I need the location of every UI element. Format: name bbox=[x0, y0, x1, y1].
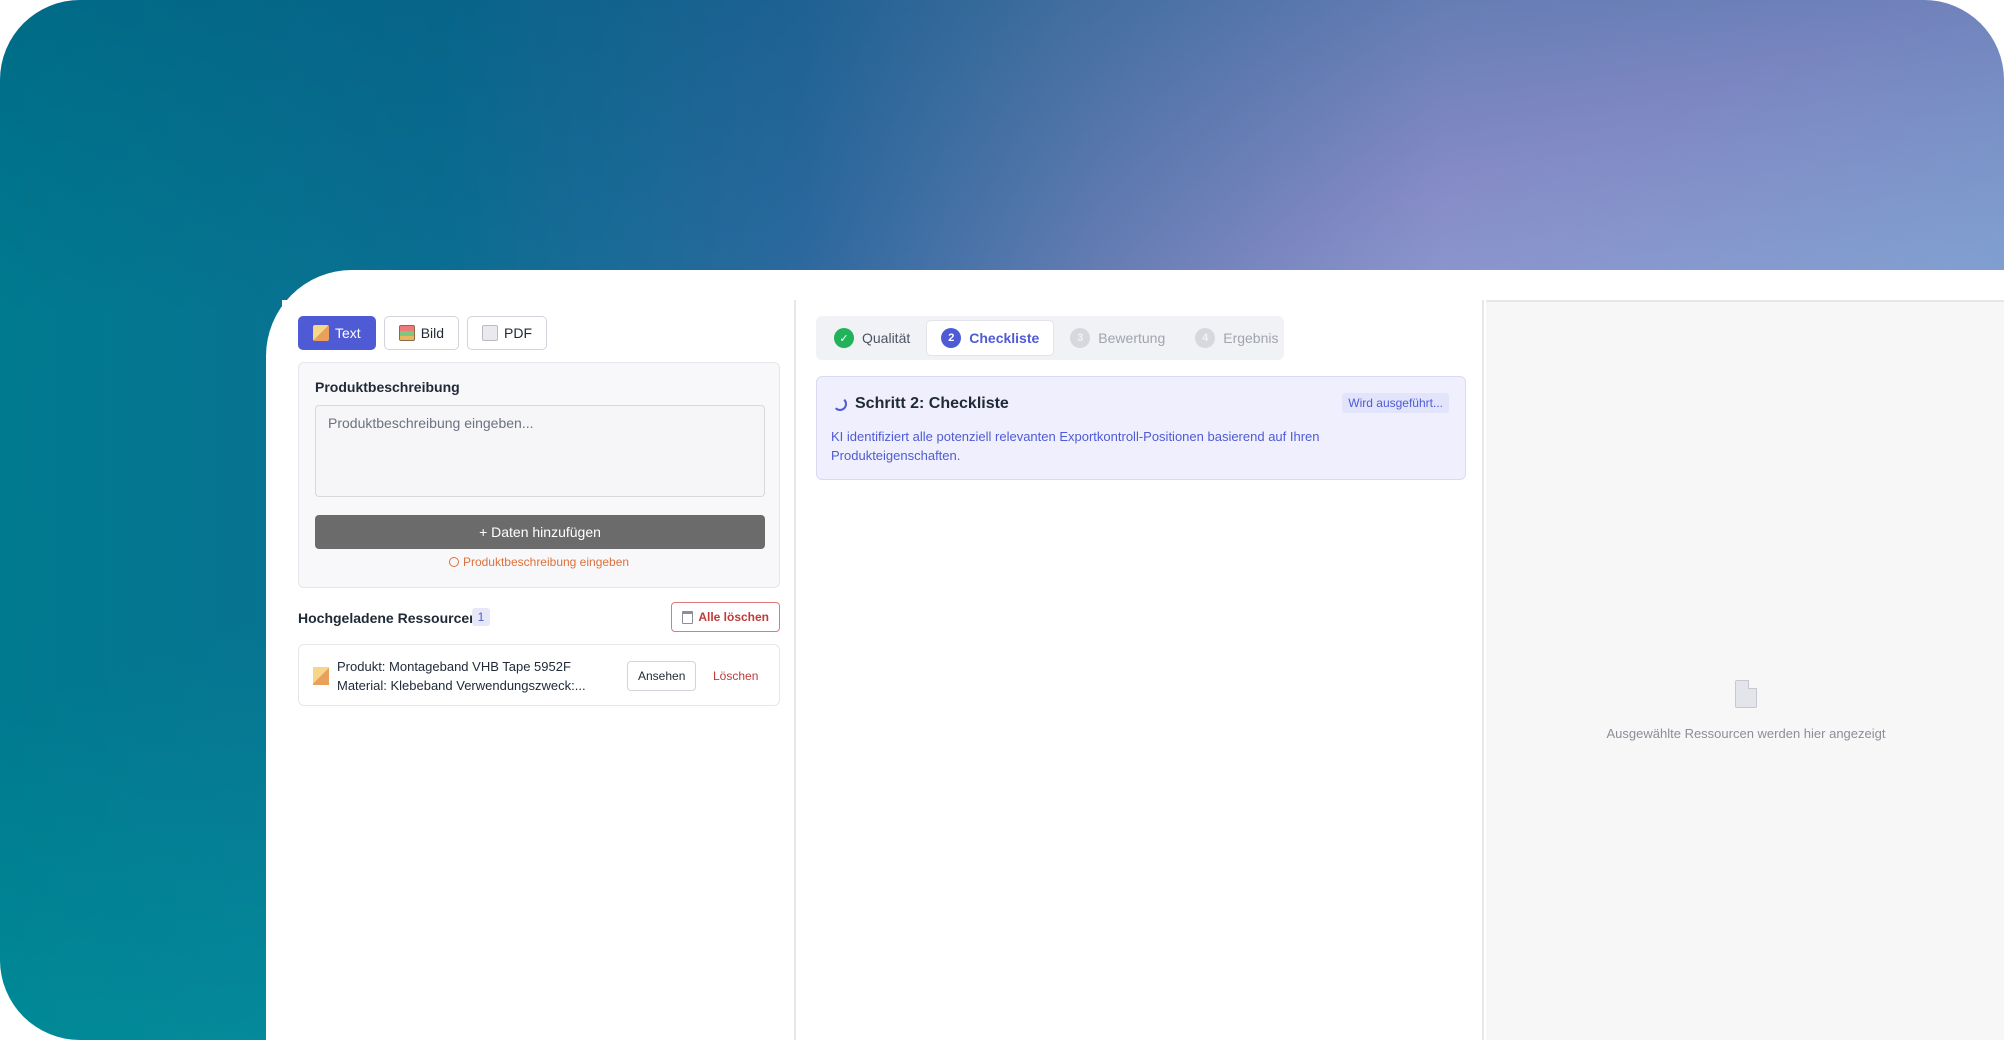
resources-count-badge: 1 bbox=[472, 608, 490, 626]
preview-placeholder-text: Ausgewählte Ressourcen werden hier angez… bbox=[1486, 726, 2004, 741]
clear-all-label: Alle löschen bbox=[698, 610, 769, 624]
clear-all-button[interactable]: Alle löschen bbox=[671, 602, 780, 632]
add-data-button[interactable]: + Daten hinzufügen bbox=[315, 515, 765, 549]
check-icon: ✓ bbox=[834, 328, 854, 348]
step-number-badge: 4 bbox=[1195, 328, 1215, 348]
pencil-icon bbox=[313, 667, 329, 685]
image-icon bbox=[399, 325, 415, 341]
step-status-badge: Wird ausgeführt... bbox=[1342, 393, 1449, 413]
description-textarea[interactable]: Produktbeschreibung eingeben... bbox=[315, 405, 765, 497]
file-icon bbox=[482, 325, 498, 341]
resources-title: Hochgeladene Ressourcen bbox=[298, 610, 478, 626]
step-status-title: Schritt 2: Checkliste bbox=[855, 395, 1009, 413]
step-rating: 3 Bewertung bbox=[1056, 320, 1179, 356]
tab-image-label: Bild bbox=[421, 325, 444, 341]
step-result-label: Ergebnis bbox=[1223, 330, 1278, 346]
step-checklist-label: Checkliste bbox=[969, 330, 1039, 346]
resources-header: Hochgeladene Ressourcen 1 Alle löschen bbox=[298, 602, 780, 632]
tab-pdf-label: PDF bbox=[504, 325, 532, 341]
step-quality[interactable]: ✓ Qualität bbox=[820, 320, 924, 356]
step-quality-label: Qualität bbox=[862, 330, 910, 346]
input-type-tabs: Text Bild PDF bbox=[298, 316, 547, 350]
step-number-badge: 2 bbox=[941, 328, 961, 348]
document-icon bbox=[1735, 680, 1757, 708]
view-resource-button[interactable]: Ansehen bbox=[627, 661, 696, 691]
resource-line-1: Produkt: Montageband VHB Tape 5952F bbox=[337, 657, 601, 676]
trash-icon bbox=[682, 611, 693, 624]
step-rating-label: Bewertung bbox=[1098, 330, 1165, 346]
preview-panel bbox=[1486, 300, 2004, 1040]
description-hint: Produktbeschreibung eingeben bbox=[299, 555, 779, 569]
preview-placeholder: Ausgewählte Ressourcen werden hier angez… bbox=[1486, 680, 2004, 741]
progress-stepper: ✓ Qualität 2 Checkliste 3 Bewertung 4 Er… bbox=[816, 316, 1284, 360]
tab-text-label: Text bbox=[335, 325, 361, 341]
step-number-badge: 3 bbox=[1070, 328, 1090, 348]
step-result: 4 Ergebnis bbox=[1181, 320, 1292, 356]
info-icon bbox=[449, 557, 459, 567]
delete-resource-button[interactable]: Löschen bbox=[703, 661, 768, 691]
tab-pdf[interactable]: PDF bbox=[467, 316, 547, 350]
description-hint-text: Produktbeschreibung eingeben bbox=[463, 555, 629, 569]
resource-item[interactable]: Produkt: Montageband VHB Tape 5952F Mate… bbox=[298, 644, 780, 706]
spinner-icon bbox=[833, 397, 847, 411]
resource-line-2: Material: Klebeband Verwendungszweck:... bbox=[337, 676, 601, 695]
pencil-icon bbox=[313, 325, 329, 341]
description-card: Produktbeschreibung Produktbeschreibung … bbox=[298, 362, 780, 588]
step-status-card: Schritt 2: Checkliste Wird ausgeführt...… bbox=[816, 376, 1466, 480]
tab-image[interactable]: Bild bbox=[384, 316, 459, 350]
tab-text[interactable]: Text bbox=[298, 316, 376, 350]
resource-summary: Produkt: Montageband VHB Tape 5952F Mate… bbox=[337, 657, 601, 695]
description-title: Produktbeschreibung bbox=[315, 379, 460, 395]
step-status-description: KI identifiziert alle potenziell relevan… bbox=[831, 427, 1391, 465]
step-checklist[interactable]: 2 Checkliste bbox=[926, 320, 1054, 356]
